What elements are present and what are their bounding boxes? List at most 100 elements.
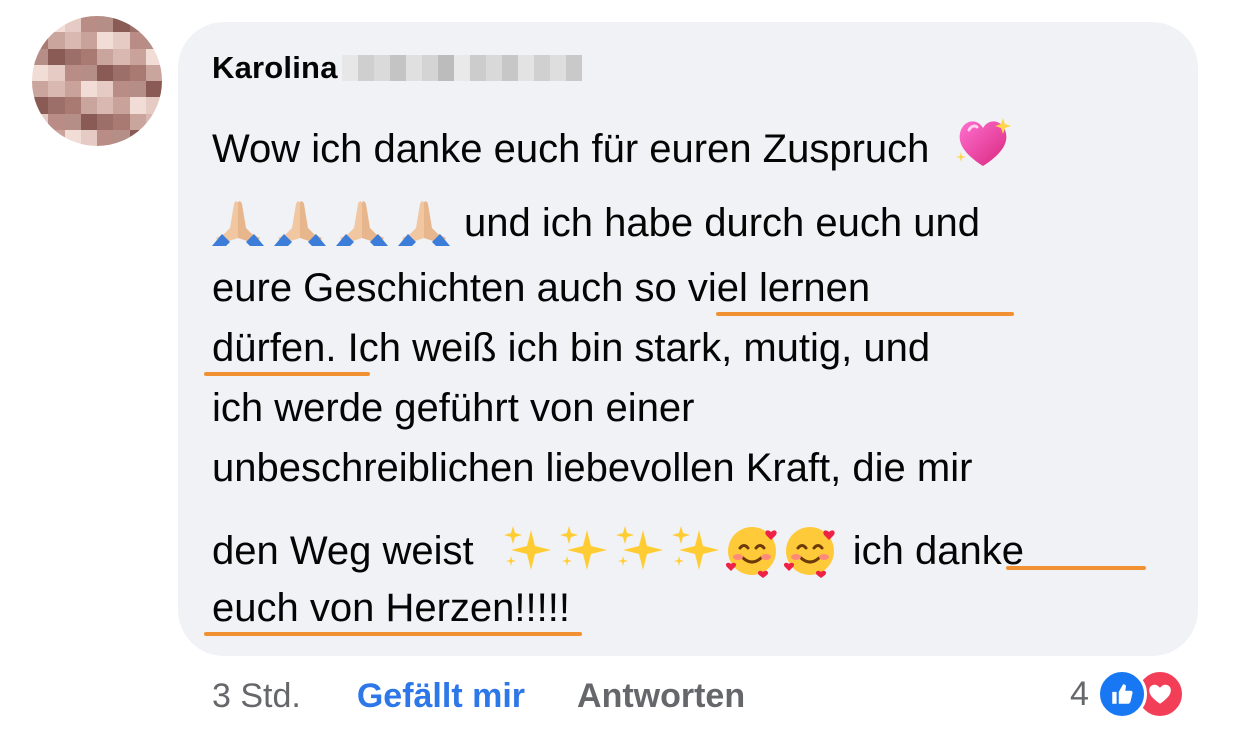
avatar-pixel [113,64,130,81]
avatar-pixel [113,129,130,146]
avatar-pixel [129,97,146,114]
avatar-pixel [48,64,65,81]
blur-pixel [453,55,470,81]
sparkles-icon [667,524,723,574]
author-name[interactable]: Karolina [212,50,338,86]
avatar-pixel [48,48,65,65]
blur-pixel [533,55,550,81]
avatar-pixel [64,32,81,49]
avatar-pixel [64,64,81,81]
comment-line-1: Wow ich danke euch für euren Zuspruch [212,116,1013,173]
sparkles-icon [555,524,611,574]
avatar-pixel [97,48,114,65]
sparkling-heart-icon [953,116,1013,170]
blur-pixel [549,55,566,81]
avatar-pixel [80,97,97,114]
avatar-pixel [129,81,146,98]
avatar-pixel [113,32,130,49]
comment-time[interactable]: 3 Std. [212,677,301,716]
avatar-pixel [145,16,162,33]
avatar-pixel [113,113,130,130]
avatar-pixel [97,81,114,98]
avatar-pixel [80,16,97,33]
avatar-pixel [32,48,49,65]
avatar-pixel [129,129,146,146]
comment-text: ich danke [852,529,1024,573]
comment-line-4: dürfen. Ich weiß ich bin stark, mutig, u… [212,324,930,372]
avatar-pixel [48,32,65,49]
avatar-pixel [80,113,97,130]
orange-underline [204,372,370,376]
blur-pixel [389,55,406,81]
avatar-pixel [64,113,81,130]
blur-pixel [469,55,486,81]
avatar-pixel [64,129,81,146]
reaction-summary[interactable]: 4 [1070,666,1185,722]
folded-hands-icon [274,198,326,246]
avatar-pixel [64,48,81,65]
blur-pixel [421,55,438,81]
avatar-pixel [97,129,114,146]
blur-pixel [373,55,390,81]
avatar-pixel [145,32,162,49]
avatar-pixel [145,129,162,146]
avatar-pixel [145,97,162,114]
smiling-face-with-hearts-icon [781,520,839,578]
comment-text: dürfen. Ich weiß ich bin stark, mutig, u… [212,326,931,370]
reply-button[interactable]: Antworten [577,677,745,716]
avatar-pixel [80,81,97,98]
avatar-pixel [32,81,49,98]
avatar-pixel [80,32,97,49]
avatar-pixel [32,64,49,81]
avatar-pixel [97,32,114,49]
comment-text: und ich habe durch euch und [464,201,980,245]
comment-text: euch von Herzen!!!!! [212,586,570,630]
comment-line-8: euch von Herzen!!!!! [212,584,570,632]
orange-underline [1006,566,1146,570]
avatar-pixel [145,81,162,98]
avatar-pixel [113,48,130,65]
orange-underline [204,632,582,636]
avatar-pixel [32,16,49,33]
avatar-pixel [97,113,114,130]
avatar-pixel [97,97,114,114]
avatar-pixel [80,129,97,146]
avatar-pixel [64,16,81,33]
avatar-pixel [113,97,130,114]
avatar-pixel [48,129,65,146]
like-icon [1096,669,1147,719]
like-button[interactable]: Gefällt mir [357,677,525,716]
avatar-pixel [80,64,97,81]
avatar-pixel [129,32,146,49]
sparkles-icon [499,524,555,574]
comment-line-6: unbeschreiblichen liebevollen Kraft, die… [212,444,972,492]
avatar-pixel [48,16,65,33]
blur-pixel [501,55,518,81]
folded-hands-icon [398,198,450,246]
comment-author[interactable]: Karolina [212,48,582,88]
avatar-pixel [129,16,146,33]
avatar-pixel [48,113,65,130]
avatar-pixel [64,81,81,98]
author-surname-blurred [341,55,582,81]
comment-text: Wow ich danke euch für euren Zuspruch [212,127,930,171]
comment-line-7: den Weg weist ich danke [212,520,1024,578]
comment-text: unbeschreiblichen liebevollen Kraft, die… [212,446,973,490]
smiling-face-with-hearts-icon [723,520,781,578]
avatar-pixel [113,16,130,33]
avatar-pixel [32,97,49,114]
avatar-pixel [129,48,146,65]
blur-pixel [485,55,502,81]
folded-hands-icon [336,198,388,246]
comment-text: ich werde geführt von einer [212,386,695,430]
blur-pixel [437,55,454,81]
avatar[interactable] [32,16,162,146]
avatar-pixel [48,81,65,98]
orange-underline [716,312,1014,316]
avatar-pixel [145,113,162,130]
blur-pixel [341,55,358,81]
folded-hands-icon [212,198,264,246]
avatar-pixel [48,97,65,114]
blur-pixel [405,55,422,81]
sparkles-icon [611,524,667,574]
